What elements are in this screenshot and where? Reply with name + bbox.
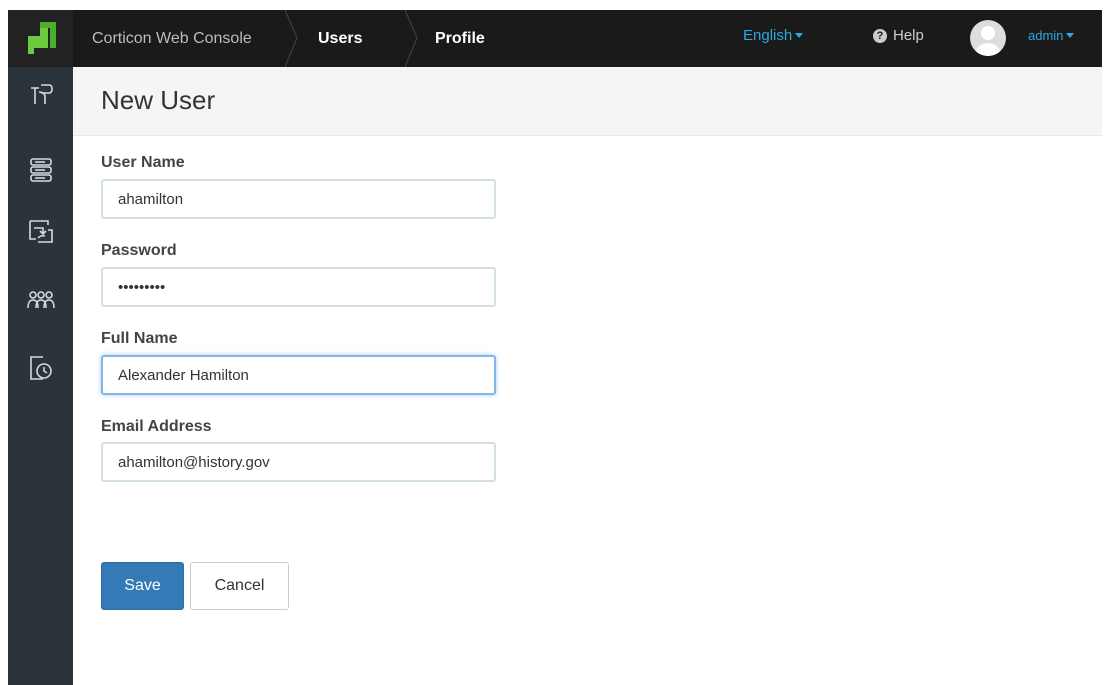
breadcrumb-users[interactable]: Users: [318, 10, 362, 67]
page-header: New User: [73, 67, 1102, 136]
sidebar: [8, 67, 73, 685]
breadcrumb-profile: Profile: [435, 30, 485, 47]
progress-logo-icon: [28, 22, 56, 54]
avatar[interactable]: [970, 20, 1006, 56]
page-title: New User: [101, 85, 216, 115]
breadcrumb-separator: [404, 10, 418, 67]
deployments-icon: [28, 220, 53, 243]
history-icon: [29, 356, 52, 380]
sidebar-item-history[interactable]: [8, 343, 73, 393]
help-label: Help: [893, 27, 924, 44]
top-strip: [0, 0, 1113, 10]
password-label: Password: [101, 242, 177, 259]
sidebar-item-users[interactable]: [8, 275, 73, 325]
caret-down-icon: [795, 33, 804, 38]
fullname-label: Full Name: [101, 330, 178, 347]
user-silhouette-icon: [976, 26, 1000, 56]
sidebar-item-servers[interactable]: [8, 145, 73, 195]
email-field[interactable]: [101, 442, 496, 482]
question-circle-icon: ?: [873, 29, 887, 43]
sidebar-item-deployments[interactable]: [8, 206, 73, 256]
username-field[interactable]: [101, 179, 496, 219]
logo[interactable]: [8, 10, 73, 67]
password-field[interactable]: [101, 267, 496, 307]
language-label: English: [743, 27, 793, 44]
cancel-button[interactable]: Cancel: [190, 562, 289, 610]
user-menu-dropdown[interactable]: admin: [1028, 10, 1075, 67]
users-icon: [26, 291, 55, 309]
caret-down-icon: [1066, 33, 1075, 38]
language-dropdown[interactable]: English: [743, 10, 804, 67]
email-label: Email Address: [101, 418, 212, 435]
top-navbar: Corticon Web Console Users Profile Engli…: [8, 10, 1102, 67]
breadcrumb-separator: [284, 10, 298, 67]
user-menu-label: admin: [1028, 28, 1064, 43]
servers-icon: [29, 158, 52, 182]
username-label: User Name: [101, 154, 185, 171]
breadcrumb-app[interactable]: Corticon Web Console: [92, 10, 252, 67]
save-button[interactable]: Save: [101, 562, 184, 610]
help-link[interactable]: ? Help: [873, 10, 924, 67]
fullname-field[interactable]: [101, 355, 496, 395]
rules-icon: [30, 84, 53, 104]
sidebar-item-rules[interactable]: [8, 70, 73, 120]
